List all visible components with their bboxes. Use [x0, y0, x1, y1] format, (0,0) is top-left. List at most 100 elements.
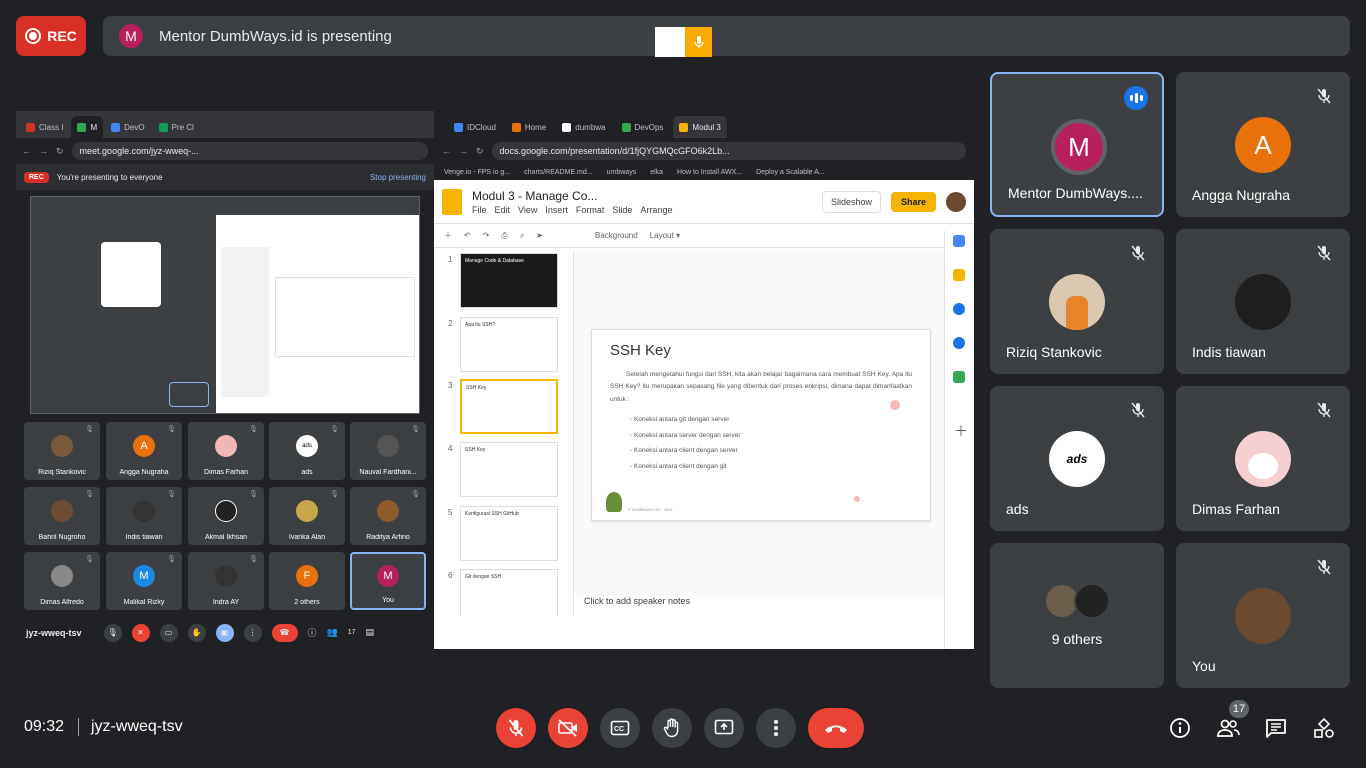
mini-hand-icon[interactable]: ✋	[187, 623, 206, 642]
left-tab[interactable]: M	[71, 116, 104, 138]
menu-item[interactable]: Arrange	[640, 205, 672, 215]
mini-participant-tile-self[interactable]: M You	[350, 552, 426, 610]
mini-camera-off-icon[interactable]: ✕	[131, 623, 150, 642]
zoom-icon[interactable]: ⌕	[520, 231, 524, 241]
background-button[interactable]: Background	[595, 231, 638, 240]
mini-more-icon[interactable]: ⋮	[243, 623, 262, 642]
participant-tile-others[interactable]: 9 others	[990, 543, 1164, 688]
bookmark-item[interactable]: elka	[650, 169, 663, 176]
current-slide[interactable]: SSH Key Setelah mengetahui fungsi dari S…	[591, 329, 931, 521]
maps-icon[interactable]	[953, 371, 965, 383]
participant-tile[interactable]: Riziq Stankovic	[990, 229, 1164, 374]
bookmark-item[interactable]: Venge.io - FPS io g...	[444, 169, 510, 176]
slide-thumbnail[interactable]: Konfigurasi SSH GitHub	[460, 506, 558, 561]
mini-participant-tile[interactable]: 🎙 Indis tiawan	[106, 487, 182, 545]
menu-item[interactable]: Insert	[545, 205, 568, 215]
share-button[interactable]: Share	[890, 191, 936, 212]
slide-thumbnail[interactable]: Manage Code & Database	[460, 253, 558, 308]
mini-mic-icon[interactable]: 🎙	[103, 623, 122, 642]
mini-present-icon[interactable]: ▣	[215, 623, 234, 642]
mini-participant-tile[interactable]: 🎙 A Angga Nugraha	[106, 422, 182, 480]
print-icon[interactable]: ⎙	[501, 231, 507, 241]
activities-button[interactable]	[1312, 716, 1336, 740]
undo-icon[interactable]: ↶	[464, 231, 471, 240]
menu-item[interactable]: Format	[576, 205, 605, 215]
camera-toggle-button[interactable]	[548, 708, 588, 748]
calendar-icon[interactable]	[953, 235, 965, 247]
meeting-details-button[interactable]	[1168, 716, 1192, 740]
chat-button[interactable]	[1264, 716, 1288, 740]
account-avatar[interactable]	[946, 191, 966, 212]
slide-thumbnail-selected[interactable]: SSH Key	[460, 379, 558, 434]
add-addon-icon[interactable]: ＋	[954, 421, 968, 441]
speaker-notes[interactable]: Click to add speaker notes	[574, 596, 944, 616]
mini-captions-icon[interactable]: ▭	[159, 623, 178, 642]
mini-participant-tile[interactable]: 🎙 Dimas Alfredo	[24, 552, 100, 610]
right-tab[interactable]: IDCloud	[448, 116, 502, 138]
left-tab[interactable]: Class I	[20, 116, 69, 138]
recording-button[interactable]: REC	[16, 16, 86, 56]
participant-tile[interactable]: A Angga Nugraha	[1176, 72, 1350, 217]
tasks-icon[interactable]	[953, 303, 965, 315]
people-button[interactable]	[1216, 716, 1240, 740]
present-button[interactable]	[704, 708, 744, 748]
mini-participant-tile[interactable]: 🎙 Ivanka Alan	[269, 487, 345, 545]
left-tab[interactable]: DevO	[105, 116, 150, 138]
back-icon[interactable]: ←	[22, 146, 31, 156]
participant-tile-self[interactable]: You	[1176, 543, 1350, 688]
mini-participant-tile[interactable]: 🎙 Riziq Stankovic	[24, 422, 100, 480]
layout-button[interactable]: Layout ▾	[650, 231, 680, 240]
mini-participant-tile[interactable]: F2 others	[269, 552, 345, 610]
mini-participant-tile[interactable]: 🎙 ads ads	[269, 422, 345, 480]
slide-thumbnail[interactable]: Git dengan SSH	[460, 569, 558, 616]
captions-button[interactable]: CC	[600, 708, 640, 748]
mini-participant-tile[interactable]: 🎙 M Malikal Rizky	[106, 552, 182, 610]
right-tab[interactable]: dumbwa	[556, 116, 611, 138]
select-icon[interactable]: ➤	[536, 231, 543, 240]
mini-info-icon[interactable]: ⓘ	[308, 626, 317, 639]
raise-hand-button[interactable]	[652, 708, 692, 748]
participant-tile[interactable]: M Mentor DumbWays....	[990, 72, 1164, 217]
mini-hangup-icon[interactable]: ☎	[271, 623, 298, 642]
mini-chat-icon[interactable]: ▤	[366, 627, 375, 638]
left-address-bar[interactable]: meet.google.com/jyz-wweq-...	[71, 142, 428, 160]
slides-logo-icon[interactable]	[442, 188, 462, 215]
right-tab[interactable]: DevOps	[616, 116, 670, 138]
slideshow-button[interactable]: Slideshow	[821, 190, 881, 213]
participant-tile[interactable]: Dimas Farhan	[1176, 386, 1350, 531]
mini-participant-tile[interactable]: 🎙 Dimas Farhan	[188, 422, 264, 480]
reload-icon[interactable]: ↻	[476, 146, 484, 157]
menu-item[interactable]: File	[472, 205, 487, 215]
bookmark-item[interactable]: charts/README.md...	[524, 169, 592, 176]
menu-item[interactable]: Slide	[612, 205, 632, 215]
right-address-bar[interactable]: docs.google.com/presentation/d/1fjQYGMQc…	[491, 142, 966, 160]
leave-call-button[interactable]	[808, 708, 864, 748]
back-icon[interactable]: ←	[442, 146, 451, 156]
mini-people-icon[interactable]: 👥	[327, 627, 338, 638]
mini-participant-tile[interactable]: 🎙 Indra AY	[188, 552, 264, 610]
right-tab[interactable]: Modul 3	[673, 116, 727, 138]
stop-presenting-link[interactable]: Stop presenting	[370, 173, 426, 182]
bookmark-item[interactable]: Deploy a Scalable A...	[756, 169, 825, 176]
bookmark-item[interactable]: umbways	[607, 169, 637, 176]
slide-thumbnail[interactable]: Apa itu SSH?	[460, 317, 558, 372]
forward-icon[interactable]: →	[459, 146, 468, 156]
slide-thumbnail[interactable]: SSH Key	[460, 442, 558, 497]
mic-toggle-button[interactable]	[496, 708, 536, 748]
menu-item[interactable]: View	[518, 205, 537, 215]
mini-participant-tile[interactable]: 🎙 Akmal Ikhsan	[188, 487, 264, 545]
contacts-icon[interactable]	[953, 337, 965, 349]
mini-participant-tile[interactable]: 🎙 Nauval Fardhani...	[350, 422, 426, 480]
redo-icon[interactable]: ↷	[483, 231, 490, 240]
left-tab[interactable]: Pre Cl	[153, 116, 200, 138]
forward-icon[interactable]: →	[39, 146, 48, 156]
add-icon[interactable]: ＋	[444, 230, 452, 241]
participant-tile[interactable]: ads ads	[990, 386, 1164, 531]
more-options-button[interactable]	[756, 708, 796, 748]
document-title[interactable]: Modul 3 - Manage Co...	[472, 189, 672, 203]
right-tab[interactable]: Home	[506, 116, 552, 138]
reload-icon[interactable]: ↻	[56, 146, 64, 157]
keep-icon[interactable]	[953, 269, 965, 281]
participant-tile[interactable]: Indis tiawan	[1176, 229, 1350, 374]
menu-item[interactable]: Edit	[495, 205, 511, 215]
